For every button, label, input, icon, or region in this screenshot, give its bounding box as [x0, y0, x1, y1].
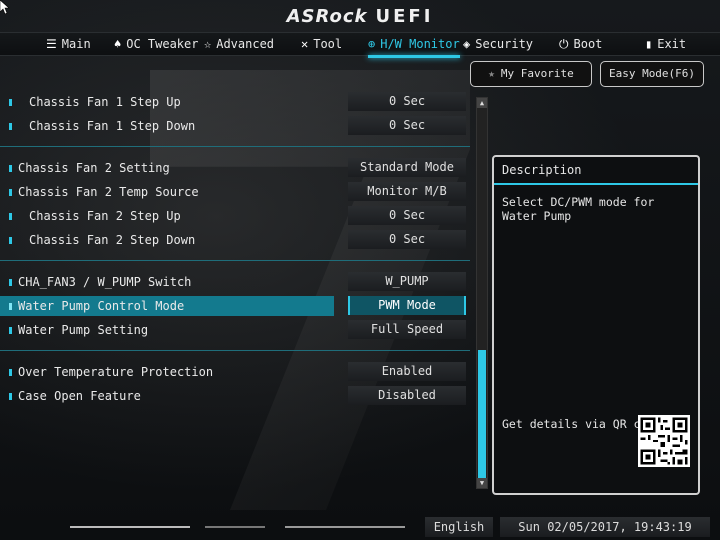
tab-exit-label: Exit	[657, 37, 687, 51]
shield-icon: ◈	[463, 37, 471, 51]
logo-product: UEFI	[375, 6, 434, 27]
datetime-display: Sun 02/05/2017, 19:43:19	[500, 517, 710, 537]
setting-value[interactable]: Full Speed	[348, 320, 466, 339]
setting-label: Chassis Fan 1 Step Down	[29, 119, 196, 133]
setting-row-cha-fan3-wpump-switch[interactable]: CHA_FAN3 / W_PUMP Switch W_PUMP	[0, 272, 470, 292]
setting-label: Chassis Fan 2 Step Down	[29, 233, 196, 247]
setting-label: CHA_FAN3 / W_PUMP Switch	[18, 275, 192, 289]
footer-decoration	[70, 526, 190, 528]
scroll-down-arrow-icon[interactable]: ▼	[477, 478, 487, 488]
setting-row-case-open-feature[interactable]: Case Open Feature Disabled	[0, 386, 470, 406]
scroll-up-arrow-icon[interactable]: ▲	[477, 98, 487, 108]
row-bullet	[9, 165, 12, 172]
setting-label: Chassis Fan 2 Step Up	[29, 209, 181, 223]
power-icon: ⏻	[559, 37, 569, 51]
setting-label: Chassis Fan 2 Setting	[18, 161, 170, 175]
setting-row-chassis-fan1-step-down[interactable]: Chassis Fan 1 Step Down 0 Sec	[0, 116, 470, 136]
tab-exit[interactable]: ▮ Exit	[645, 33, 686, 55]
setting-label: Chassis Fan 1 Step Up	[29, 95, 181, 109]
setting-row-chassis-fan2-step-up[interactable]: Chassis Fan 2 Step Up 0 Sec	[0, 206, 470, 226]
setting-row-chassis-fan2-step-down[interactable]: Chassis Fan 2 Step Down 0 Sec	[0, 230, 470, 250]
language-selector[interactable]: English	[425, 517, 493, 537]
setting-row-chassis-fan1-step-up[interactable]: Chassis Fan 1 Step Up 0 Sec	[0, 92, 470, 112]
setting-row-chassis-fan2-setting[interactable]: Chassis Fan 2 Setting Standard Mode	[0, 158, 470, 178]
exit-icon: ▮	[645, 37, 653, 51]
section-divider	[0, 260, 470, 261]
setting-value[interactable]: Enabled	[348, 362, 466, 381]
tab-oc-tweaker-label: OC Tweaker	[126, 37, 199, 51]
row-bullet	[9, 369, 12, 376]
my-favorite-button[interactable]: ★ My Favorite	[470, 61, 592, 87]
setting-label: Case Open Feature	[18, 389, 141, 403]
row-bullet	[9, 123, 12, 130]
asrock-uefi-logo: ASRock UEFI	[0, 6, 720, 27]
scrollbar[interactable]: ▲ ▼	[476, 97, 488, 489]
tab-boot[interactable]: ⏻ Boot	[559, 33, 602, 55]
row-bullet	[9, 213, 12, 220]
setting-row-water-pump-control-mode[interactable]: Water Pump Control Mode PWM Mode	[0, 296, 470, 316]
description-panel: Description Select DC/PWM mode for Water…	[492, 155, 700, 495]
row-bullet	[9, 237, 12, 244]
row-bullet	[9, 327, 12, 334]
tab-advanced-label: Advanced	[216, 37, 275, 51]
row-bullet	[9, 303, 12, 310]
setting-value[interactable]: 0 Sec	[348, 230, 466, 249]
description-text: Select DC/PWM mode for Water Pump	[502, 195, 655, 223]
setting-label: Water Pump Setting	[18, 323, 149, 337]
setting-value[interactable]: Standard Mode	[348, 158, 466, 177]
setting-value[interactable]: Disabled	[348, 386, 466, 405]
row-bullet	[9, 99, 12, 106]
tab-oc-tweaker[interactable]: ♠ OC Tweaker	[114, 33, 198, 55]
tab-hw-monitor[interactable]: ⊕ H/W Monitor	[368, 33, 460, 58]
setting-row-over-temperature-protection[interactable]: Over Temperature Protection Enabled	[0, 362, 470, 382]
tab-tool-label: Tool	[313, 37, 343, 51]
star-icon: ☆	[204, 37, 212, 51]
setting-row-water-pump-setting[interactable]: Water Pump Setting Full Speed	[0, 320, 470, 340]
tab-main[interactable]: ☰ Main	[46, 33, 91, 55]
row-bullet	[9, 393, 12, 400]
scrollbar-thumb[interactable]	[478, 350, 486, 478]
section-divider	[0, 146, 470, 147]
setting-label: Chassis Fan 2 Temp Source	[18, 185, 199, 199]
setting-value[interactable]: W_PUMP	[348, 272, 466, 291]
setting-label: Water Pump Control Mode	[18, 299, 185, 313]
tools-icon: ✕	[301, 37, 309, 51]
tab-main-label: Main	[61, 37, 91, 51]
flame-icon: ♠	[114, 37, 122, 51]
setting-value[interactable]: 0 Sec	[348, 92, 466, 111]
setting-value[interactable]: PWM Mode	[348, 296, 466, 315]
row-bullet	[9, 189, 12, 196]
tab-advanced[interactable]: ☆ Advanced	[204, 33, 274, 55]
easy-mode-button[interactable]: Easy Mode(F6)	[600, 61, 704, 87]
footer-decoration	[205, 526, 265, 528]
logo-brand: ASRock	[286, 6, 368, 27]
tab-security[interactable]: ◈ Security	[463, 33, 533, 55]
easy-mode-label: Easy Mode(F6)	[608, 67, 696, 80]
setting-row-chassis-fan2-temp-source[interactable]: Chassis Fan 2 Temp Source Monitor M/B	[0, 182, 470, 202]
my-favorite-label: My Favorite	[500, 67, 574, 80]
setting-label: Over Temperature Protection	[18, 365, 214, 379]
qr-code-icon	[638, 415, 690, 467]
tab-tool[interactable]: ✕ Tool	[301, 33, 342, 55]
setting-value[interactable]: 0 Sec	[348, 206, 466, 225]
setting-value[interactable]: Monitor M/B	[348, 182, 466, 201]
top-menu-bar: ☰ Main ♠ OC Tweaker ☆ Advanced ✕ Tool ⊕ H/W M…	[0, 32, 720, 58]
globe-icon: ⊕	[368, 37, 376, 51]
star-icon: ★	[488, 67, 495, 80]
description-title: Description	[494, 157, 698, 185]
setting-value[interactable]: 0 Sec	[348, 116, 466, 135]
footer-decoration	[285, 526, 405, 528]
tab-hw-monitor-label: H/W Monitor	[380, 37, 460, 51]
section-divider	[0, 350, 470, 351]
list-icon: ☰	[46, 37, 57, 51]
row-bullet	[9, 279, 12, 286]
tab-boot-label: Boot	[573, 37, 603, 51]
tab-security-label: Security	[475, 37, 534, 51]
